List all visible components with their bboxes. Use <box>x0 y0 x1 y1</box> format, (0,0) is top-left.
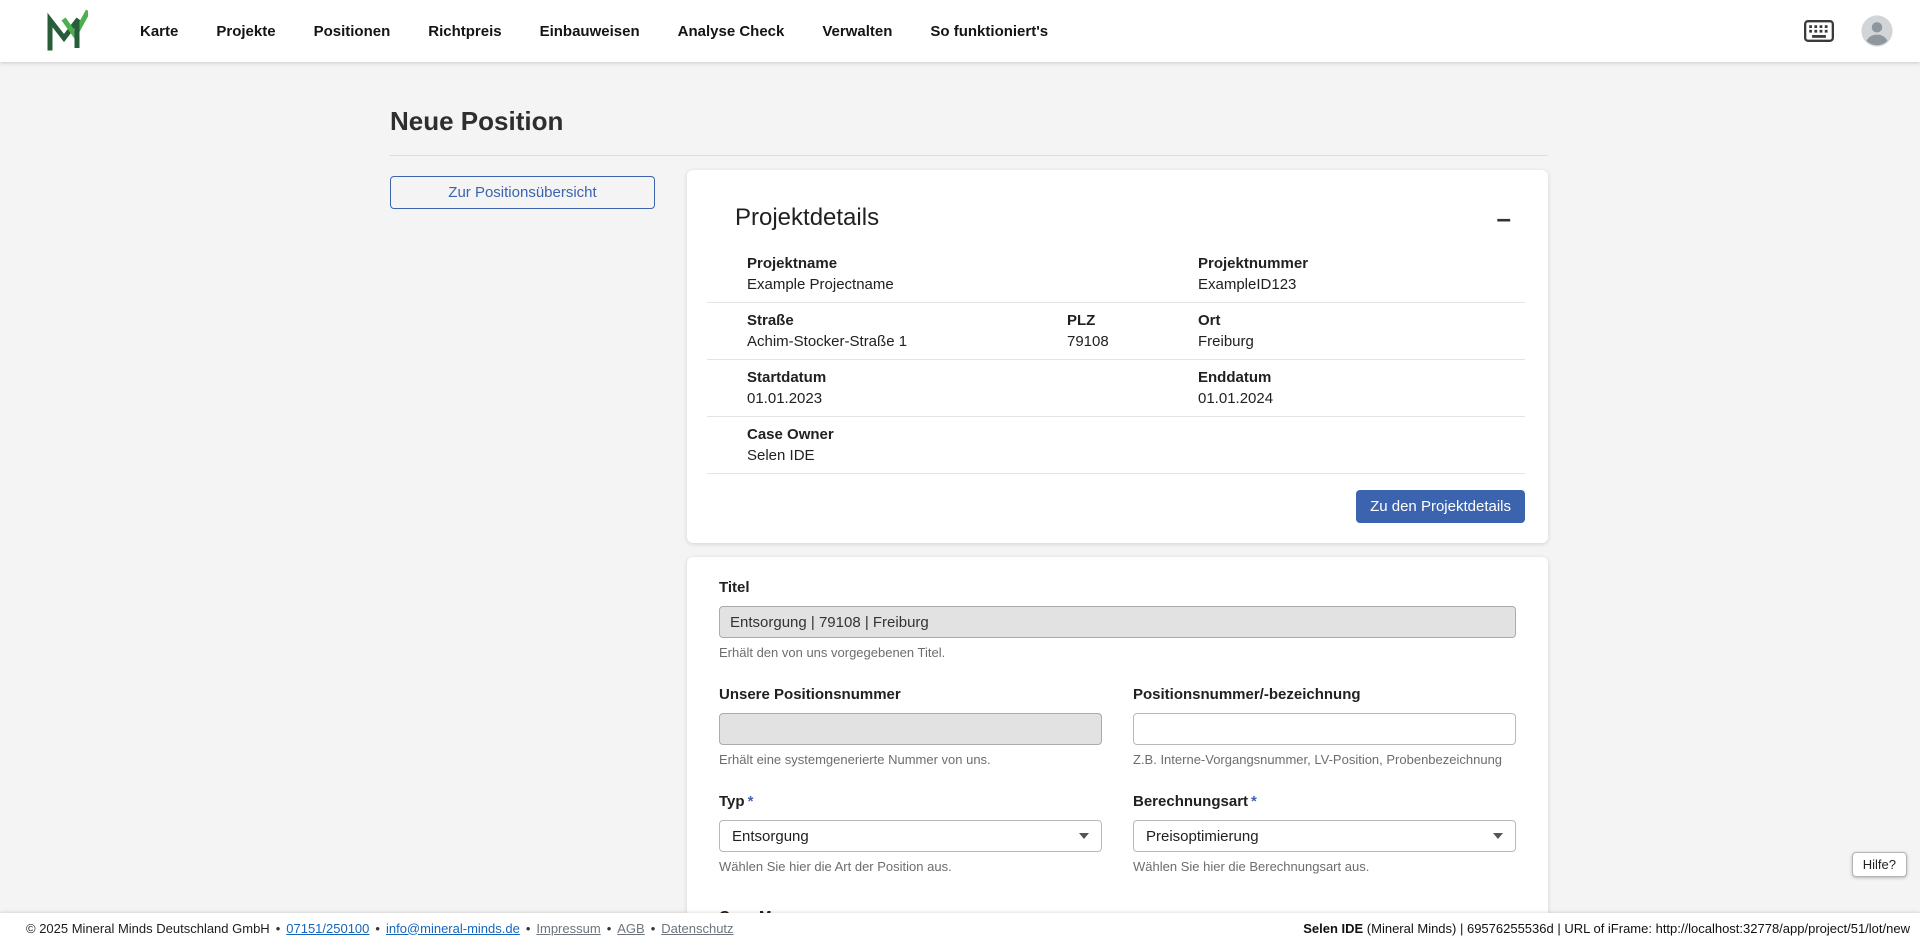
position-form-card: Titel Erhält den von uns vorgegebenen Ti… <box>687 557 1548 943</box>
positions-overview-button[interactable]: Zur Positionsübersicht <box>390 176 655 209</box>
footer-separator: • <box>276 921 281 936</box>
ort-label: Ort <box>1198 312 1525 329</box>
projektnummer-label: Projektnummer <box>1198 255 1525 272</box>
strasse-label: Straße <box>747 312 1067 329</box>
session-user: Selen IDE <box>1303 921 1363 936</box>
copyright-text: © 2025 Mineral Minds Deutschland GmbH <box>26 921 270 936</box>
table-row: Startdatum 01.01.2023 Enddatum 01.01.202… <box>707 359 1525 416</box>
title-divider <box>390 155 1548 156</box>
table-row: Projektname Example Projectname Projektn… <box>707 246 1525 302</box>
typ-select[interactable]: Entsorgung <box>719 820 1102 852</box>
titel-helper: Erhält den von uns vorgegebenen Titel. <box>719 645 1516 660</box>
keyboard-icon[interactable] <box>1804 20 1834 42</box>
positionsnummer-helper: Z.B. Interne-Vorgangsnummer, LV-Position… <box>1133 752 1516 767</box>
titel-field: Titel Erhält den von uns vorgegebenen Ti… <box>719 579 1516 660</box>
strasse-value: Achim-Stocker-Straße 1 <box>747 333 1067 350</box>
plz-value: 79108 <box>1067 333 1198 350</box>
projektname-value: Example Projectname <box>747 276 1067 293</box>
help-button[interactable]: Hilfe? <box>1852 852 1907 877</box>
titel-input <box>719 606 1516 638</box>
nav-item-so-funktionierts[interactable]: So funktioniert's <box>930 23 1048 40</box>
typ-label: Typ* <box>719 793 1102 810</box>
berechnungsart-select-value: Preisoptimierung <box>1146 828 1259 845</box>
project-details-heading: Projektdetails <box>735 204 879 232</box>
nav-item-positionen[interactable]: Positionen <box>314 23 391 40</box>
email-link[interactable]: info@mineral-minds.de <box>386 921 520 936</box>
table-row: Straße Achim-Stocker-Straße 1 PLZ 79108 … <box>707 302 1525 359</box>
project-details-button[interactable]: Zu den Projektdetails <box>1356 490 1525 523</box>
enddatum-value: 01.01.2024 <box>1198 390 1525 407</box>
nav-item-analyse-check[interactable]: Analyse Check <box>678 23 785 40</box>
chevron-down-icon <box>1079 833 1089 839</box>
nav-item-karte[interactable]: Karte <box>140 23 178 40</box>
projektname-label: Projektname <box>747 255 1067 272</box>
unsere-positionsnummer-helper: Erhält eine systemgenerierte Nummer von … <box>719 752 1102 767</box>
nav-item-einbauweisen[interactable]: Einbauweisen <box>540 23 640 40</box>
unsere-positionsnummer-input <box>719 713 1102 745</box>
main-content: Neue Position Zur Positionsübersicht Pro… <box>390 62 1548 943</box>
mineral-minds-logo[interactable] <box>44 9 88 53</box>
plz-label: PLZ <box>1067 312 1198 329</box>
positionsnummer-label: Positionsnummer/-bezeichnung <box>1133 686 1516 703</box>
startdatum-value: 01.01.2023 <box>747 390 1067 407</box>
project-details-table: Projektname Example Projectname Projektn… <box>707 246 1525 474</box>
user-avatar-icon[interactable] <box>1860 14 1894 48</box>
berechnungsart-label: Berechnungsart* <box>1133 793 1516 810</box>
page-title: Neue Position <box>390 106 1548 137</box>
case-owner-label: Case Owner <box>747 426 1067 443</box>
required-asterisk: * <box>1251 793 1257 810</box>
footer-separator: • <box>526 921 531 936</box>
case-owner-value: Selen IDE <box>747 447 1067 464</box>
positionsnummer-field: Positionsnummer/-bezeichnung Z.B. Intern… <box>1133 686 1516 767</box>
phone-link[interactable]: 07151/250100 <box>286 921 369 936</box>
nav-item-projekte[interactable]: Projekte <box>216 23 275 40</box>
chevron-down-icon <box>1493 833 1503 839</box>
main-nav: Karte Projekte Positionen Richtpreis Ein… <box>140 23 1048 40</box>
footer: © 2025 Mineral Minds Deutschland GmbH • … <box>0 913 1920 943</box>
collapse-icon[interactable]: – <box>1497 205 1511 231</box>
ort-value: Freiburg <box>1198 333 1525 350</box>
session-details: (Mineral Minds) | 69576255536d | URL of … <box>1363 921 1910 936</box>
footer-separator: • <box>375 921 380 936</box>
footer-separator: • <box>607 921 612 936</box>
required-asterisk: * <box>748 793 754 810</box>
datenschutz-link[interactable]: Datenschutz <box>661 921 733 936</box>
nav-item-richtpreis[interactable]: Richtpreis <box>428 23 501 40</box>
berechnungsart-helper: Wählen Sie hier die Berechnungsart aus. <box>1133 859 1516 874</box>
project-details-card: Projektdetails – Projektname Example Pro… <box>687 170 1548 543</box>
table-row: Case Owner Selen IDE <box>707 416 1525 474</box>
impressum-link[interactable]: Impressum <box>536 921 600 936</box>
typ-helper: Wählen Sie hier die Art der Position aus… <box>719 859 1102 874</box>
berechnungsart-select[interactable]: Preisoptimierung <box>1133 820 1516 852</box>
typ-field: Typ* Entsorgung Wählen Sie hier die Art … <box>719 793 1102 874</box>
projektnummer-value: ExampleID123 <box>1198 276 1525 293</box>
agb-link[interactable]: AGB <box>617 921 644 936</box>
typ-select-value: Entsorgung <box>732 828 809 845</box>
left-column: Zur Positionsübersicht <box>390 170 655 209</box>
unsere-positionsnummer-label: Unsere Positionsnummer <box>719 686 1102 703</box>
top-navigation-bar: Karte Projekte Positionen Richtpreis Ein… <box>0 0 1920 62</box>
berechnungsart-field: Berechnungsart* Preisoptimierung Wählen … <box>1133 793 1516 874</box>
unsere-positionsnummer-field: Unsere Positionsnummer Erhält eine syste… <box>719 686 1102 767</box>
titel-label: Titel <box>719 579 1516 596</box>
nav-item-verwalten[interactable]: Verwalten <box>822 23 892 40</box>
startdatum-label: Startdatum <box>747 369 1067 386</box>
right-column: Projektdetails – Projektname Example Pro… <box>687 170 1548 943</box>
positionsnummer-input[interactable] <box>1133 713 1516 745</box>
enddatum-label: Enddatum <box>1198 369 1525 386</box>
session-info: Selen IDE (Mineral Minds) | 69576255536d… <box>1303 921 1910 936</box>
footer-separator: • <box>651 921 656 936</box>
